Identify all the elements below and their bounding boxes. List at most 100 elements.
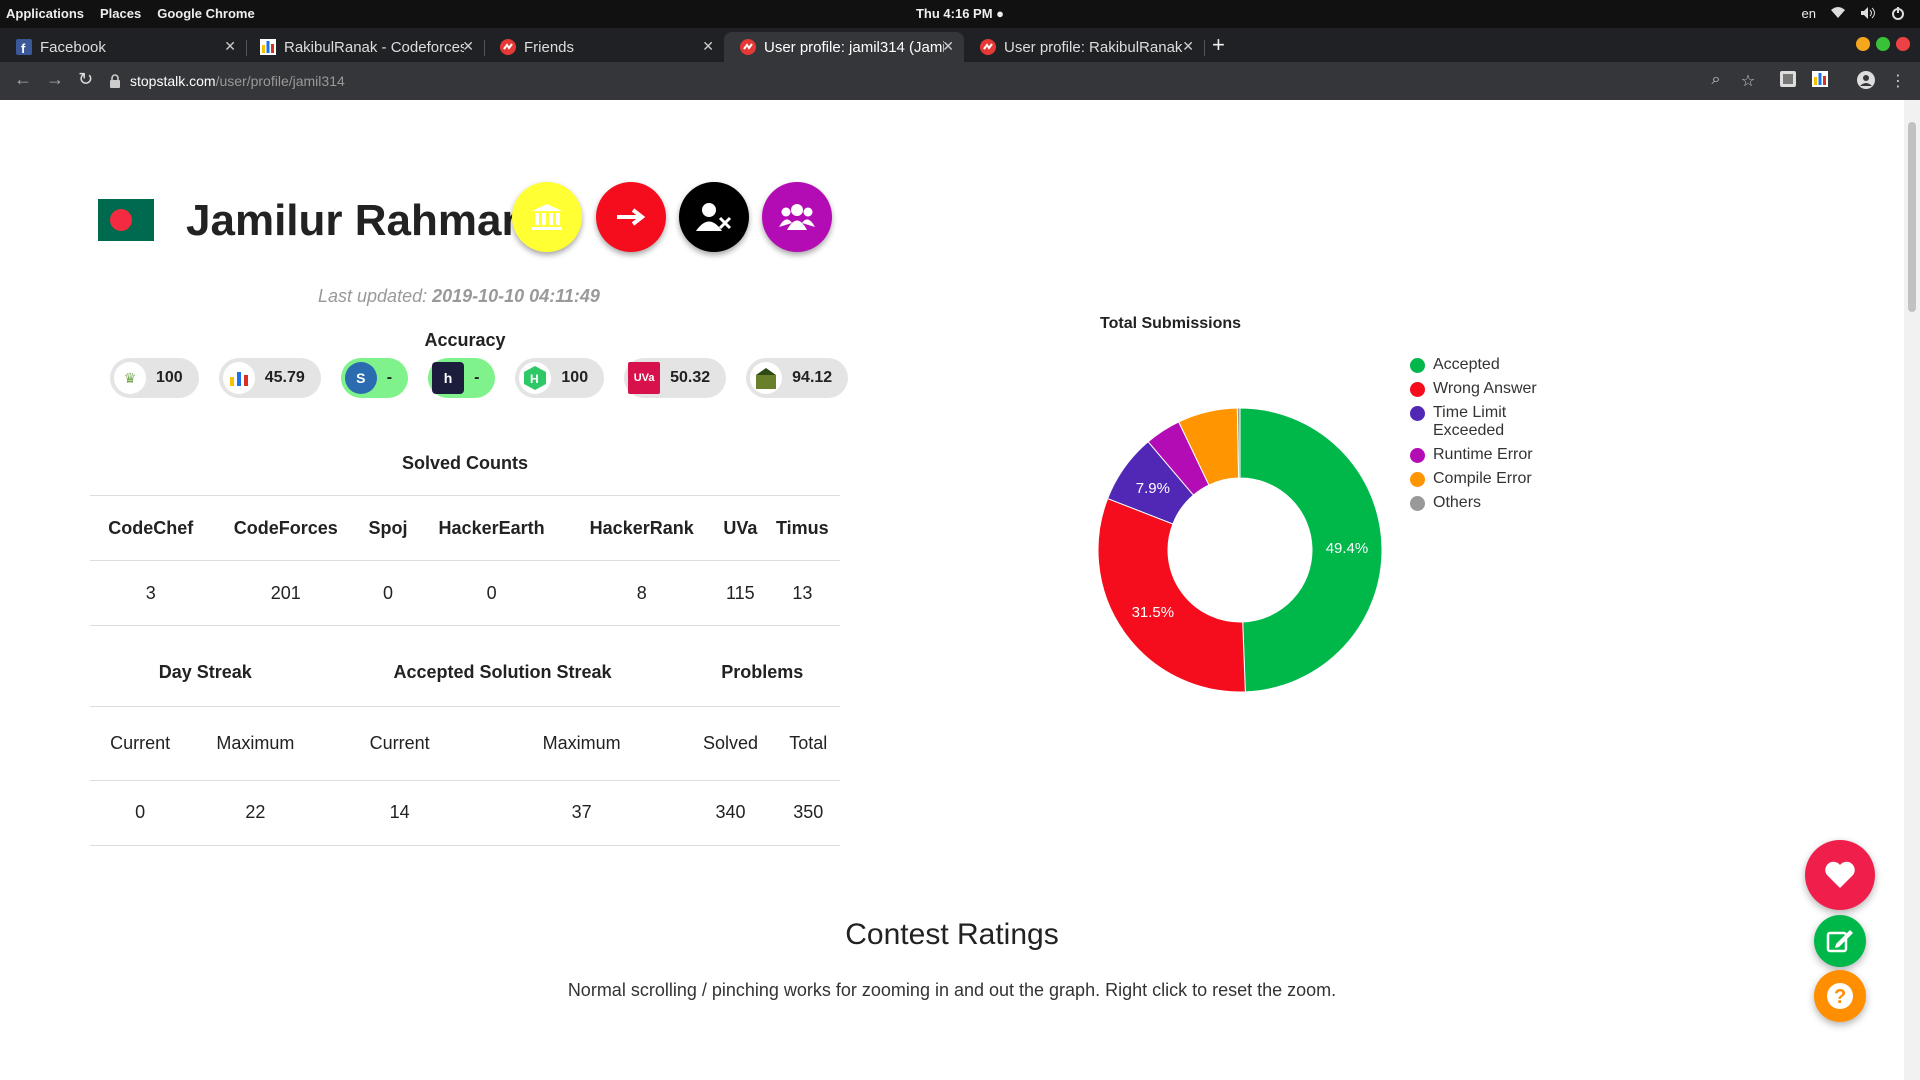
accuracy-chip-codechef[interactable]: ♛ 100 — [110, 358, 199, 398]
address-bar[interactable]: stopstalk.com/user/profile/jamil314 — [108, 67, 1748, 95]
group-icon — [779, 204, 815, 230]
unfriend-button[interactable] — [679, 182, 749, 252]
extension-icon[interactable] — [1778, 71, 1798, 91]
legend-label: Others — [1433, 494, 1482, 511]
hackerearth-icon: H — [519, 362, 552, 394]
tab-close-icon[interactable]: ✕ — [702, 38, 714, 55]
heart-icon — [1825, 861, 1855, 888]
solved-counts-table: CodeChef CodeForces Spoj HackerEarth Hac… — [90, 495, 840, 626]
new-tab-button[interactable]: + — [1212, 32, 1225, 58]
accuracy-chip-hackerrank[interactable]: h- — [428, 358, 496, 398]
tab-close-icon[interactable]: ✕ — [942, 38, 954, 55]
uva-icon: UVa — [628, 362, 661, 394]
minimize-button[interactable] — [1856, 37, 1870, 51]
friends-button[interactable] — [762, 182, 832, 252]
extension-codeforces-icon[interactable] — [1810, 71, 1830, 91]
user-name: Jamilur Rahman — [186, 196, 529, 245]
legend-swatch — [1410, 358, 1425, 373]
table-cell: 350 — [776, 780, 840, 846]
forward-arrow-icon[interactable]: → — [46, 69, 64, 90]
timus-icon — [750, 362, 783, 394]
tab-close-icon[interactable]: ✕ — [462, 38, 474, 55]
tab-friends[interactable]: Friends ✕ — [484, 32, 724, 62]
tab-codeforces[interactable]: RakibulRanak - Codeforces ✕ — [244, 32, 485, 62]
help-button[interactable]: ? — [1814, 970, 1866, 1022]
table-cell: 13 — [764, 560, 840, 626]
institution-button[interactable] — [512, 182, 582, 252]
heart-button[interactable] — [1805, 840, 1875, 910]
help-icon: ? — [1827, 983, 1853, 1009]
table-header: Timus — [764, 495, 840, 561]
table-subheader: Solved — [684, 706, 777, 781]
tab-close-icon[interactable]: ✕ — [224, 38, 236, 55]
legend-item[interactable]: Compile Error — [1410, 470, 1560, 488]
stopstalk-favicon-icon — [500, 39, 516, 55]
accuracy-chip-uva[interactable]: UVa 50.32 — [624, 358, 727, 398]
legend-swatch — [1410, 382, 1425, 397]
clock[interactable]: Thu 4:16 PM ● — [0, 6, 1920, 21]
page-scrollbar[interactable] — [1904, 100, 1920, 1080]
table-cell: 0 — [415, 560, 568, 626]
table-header: Problems — [684, 640, 840, 707]
accuracy-chip-codeforces[interactable]: 45.79 — [218, 358, 321, 398]
edit-icon — [1826, 930, 1853, 953]
tab-user-profile-jamil314[interactable]: User profile: jamil314 (Jamilur Rahman) … — [724, 32, 964, 62]
tab-strip: f Facebook ✕ RakibulRanak - Codeforces ✕… — [0, 28, 1920, 62]
chart-title: Total Submissions — [1100, 315, 1242, 332]
back-arrow-icon[interactable]: ← — [14, 69, 32, 90]
system-top-bar: Applications Places Google Chrome Thu 4:… — [0, 0, 1920, 28]
tab-user-profile-rakibulranak[interactable]: User profile: RakibulRanak ✕ — [964, 32, 1205, 62]
legend-swatch — [1410, 406, 1425, 421]
accuracy-chip-spoj[interactable]: S- — [340, 358, 409, 398]
notification-dot-icon: ● — [996, 6, 1005, 21]
arrow-right-icon — [617, 208, 646, 226]
streaks-table: Day Streak Accepted Solution Streak Prob… — [90, 640, 840, 846]
accuracy-chip-timus[interactable]: 94.12 — [746, 358, 849, 398]
language-indicator[interactable]: en — [1802, 6, 1816, 21]
maximize-button[interactable] — [1876, 37, 1890, 51]
profile-card: Jamilur Rahman Last updated: 2019-10-10 … — [70, 100, 950, 1000]
tab-facebook[interactable]: f Facebook ✕ — [0, 32, 247, 62]
go-to-profile-button[interactable] — [596, 182, 666, 252]
table-cell: 22 — [190, 780, 321, 846]
table-cell: 8 — [567, 560, 717, 626]
submissions-donut-chart[interactable]: 49.4% 31.5% 7.9% — [1090, 400, 1390, 700]
reload-icon[interactable]: ↻ — [78, 69, 93, 90]
close-window-button[interactable] — [1896, 37, 1910, 51]
legend-item[interactable]: Time Limit Exceeded — [1410, 404, 1560, 440]
bars-icon — [222, 362, 255, 394]
pie-data-label: 49.4% — [1326, 540, 1369, 557]
table-cell: 0 — [360, 560, 416, 626]
wifi-icon[interactable] — [1830, 6, 1846, 20]
legend-item[interactable]: Others — [1410, 494, 1560, 512]
menu-kebab-icon[interactable]: ⋮ — [1888, 71, 1908, 91]
bangladesh-flag-icon — [98, 199, 154, 241]
bookmark-star-icon[interactable]: ☆ — [1738, 71, 1758, 91]
table-cell: 3 — [90, 560, 212, 626]
table-cell: 340 — [684, 780, 777, 846]
svg-text:H: H — [530, 372, 539, 386]
pie-slice-wrong-answer[interactable] — [1097, 497, 1246, 693]
svg-text:f: f — [21, 41, 26, 55]
volume-icon[interactable] — [1860, 6, 1876, 20]
pie-data-label: 7.9% — [1136, 480, 1170, 497]
legend-item[interactable]: Accepted — [1410, 356, 1560, 374]
scrollbar-thumb[interactable] — [1908, 122, 1916, 312]
contest-ratings-description: Normal scrolling / pinching works for zo… — [567, 980, 1337, 1000]
legend-item[interactable]: Wrong Answer — [1410, 380, 1560, 398]
zoom-icon[interactable]: ⌕ — [1706, 71, 1726, 91]
legend-swatch — [1410, 496, 1425, 511]
accuracy-chip-hackerearth[interactable]: H 100 — [515, 358, 605, 398]
tab-close-icon[interactable]: ✕ — [1182, 38, 1194, 55]
account-icon[interactable] — [1856, 71, 1876, 91]
power-icon[interactable] — [1890, 5, 1906, 21]
table-cell: 37 — [478, 780, 685, 846]
table-row: 3 201 0 0 8 115 13 — [90, 560, 840, 626]
edit-button[interactable] — [1814, 915, 1866, 967]
table-header: Spoj — [360, 495, 416, 561]
table-cell: 0 — [90, 780, 191, 846]
legend-swatch — [1410, 448, 1425, 463]
legend-item[interactable]: Runtime Error — [1410, 446, 1560, 464]
legend-label: Compile Error — [1433, 470, 1532, 487]
table-subheader: Maximum — [190, 706, 321, 781]
